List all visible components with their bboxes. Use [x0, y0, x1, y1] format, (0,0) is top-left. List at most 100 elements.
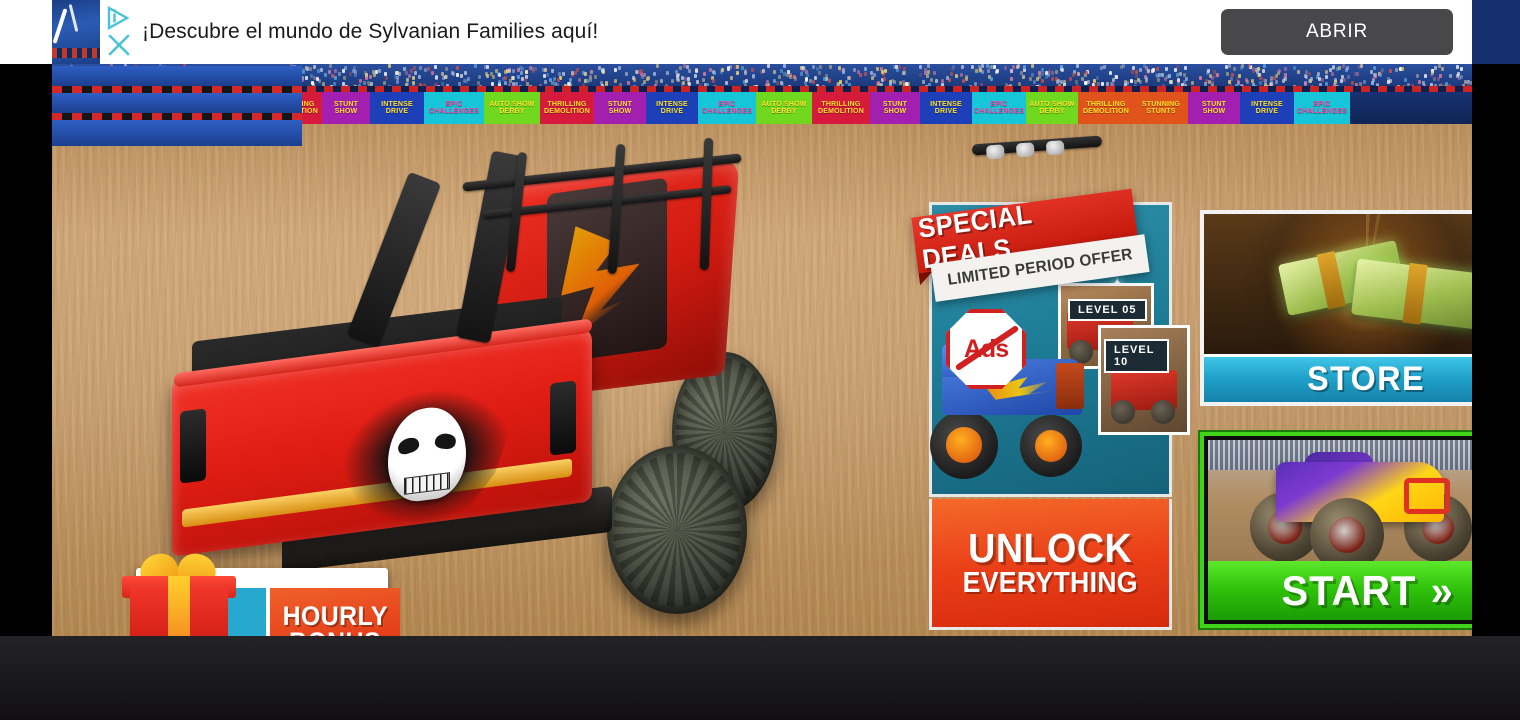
- stadium-banner-line2: CHALLENGES: [974, 108, 1024, 115]
- crowd-pixel: [1075, 80, 1078, 84]
- crowd-pixel: [903, 71, 906, 75]
- crowd-pixel: [767, 64, 770, 68]
- crowd-pixel: [1456, 65, 1459, 69]
- crowd-pixel: [819, 65, 822, 69]
- crowd-pixel: [364, 71, 367, 75]
- crowd-pixel: [848, 76, 851, 80]
- crowd-pixel: [546, 73, 549, 77]
- unlock-line2: EVERYTHING: [963, 569, 1138, 598]
- crowd-pixel: [1157, 78, 1160, 82]
- crowd-pixel: [919, 65, 922, 69]
- store-label: STORE: [1307, 360, 1425, 399]
- crowd-pixel: [498, 80, 501, 84]
- start-label: START: [1281, 567, 1416, 615]
- close-icon[interactable]: [106, 32, 132, 58]
- hourly-bonus-button[interactable]: HOURLY BONUS COLLECT BONUS: [120, 552, 388, 636]
- crowd-pixel: [786, 73, 789, 77]
- hourly-bonus-title: HOURLY BONUS: [270, 588, 400, 636]
- crowd-pixel: [302, 68, 305, 72]
- crowd-pixel: [1169, 80, 1172, 84]
- crowd-pixel: [1305, 70, 1308, 74]
- crowd-pixel: [445, 67, 448, 71]
- crowd-pixel: [408, 74, 411, 78]
- crowd-pixel: [601, 69, 604, 73]
- crowd-pixel: [1139, 68, 1142, 72]
- truck-roll-cage: [452, 132, 752, 282]
- crowd-pixel: [317, 69, 320, 73]
- start-button[interactable]: START »: [1200, 432, 1472, 628]
- crowd-pixel: [864, 67, 867, 71]
- crowd-pixel: [656, 64, 659, 68]
- stadium-banner-line1: EPIC: [990, 101, 1007, 108]
- crowd-pixel: [1338, 66, 1341, 70]
- crowd-pixel: [818, 71, 821, 75]
- crowd-pixel: [1228, 80, 1231, 84]
- crowd-pixel: [1041, 72, 1044, 76]
- crowd-pixel: [647, 76, 650, 80]
- truck-taillight-right: [550, 380, 576, 455]
- crowd-pixel: [1308, 72, 1311, 76]
- crowd-pixel: [951, 67, 954, 71]
- stadium-banner-line1: INTENSE: [1251, 101, 1283, 108]
- special-deals-button[interactable]: ✦ ✦ ✦ LEVEL 05 LEVEL 10: [929, 202, 1172, 630]
- crowd-pixel: [504, 76, 507, 80]
- crowd-pixel: [752, 74, 755, 78]
- crowd-pixel: [971, 65, 974, 69]
- crowd-pixel: [486, 65, 489, 69]
- crowd-pixel: [903, 67, 906, 71]
- crowd-pixel: [1152, 68, 1155, 72]
- crowd-pixel: [776, 81, 779, 85]
- crowd-pixel: [1085, 71, 1088, 75]
- crowd-pixel: [445, 75, 448, 79]
- start-label-bar: START »: [1208, 561, 1472, 620]
- bottom-toolbar: f MORE GAMES: [0, 636, 1520, 720]
- crowd-pixel: [1165, 67, 1168, 71]
- crowd-pixel: [329, 64, 332, 68]
- ad-banner[interactable]: ¡Descubre el mundo de Sylvanian Families…: [0, 0, 1520, 64]
- crowd-pixel: [571, 71, 574, 75]
- crowd-pixel: [532, 69, 535, 73]
- unlock-everything-panel[interactable]: UNLOCK EVERYTHING: [929, 499, 1172, 630]
- crowd-pixel: [828, 78, 831, 82]
- stadium-banner-line1: EPIC: [718, 101, 735, 108]
- ad-open-button[interactable]: ABRIR: [1221, 9, 1453, 55]
- crowd-pixel: [517, 75, 520, 79]
- crowd-pixel: [926, 74, 929, 78]
- crowd-pixel: [625, 72, 628, 76]
- crowd-pixel: [1120, 65, 1123, 69]
- stadium-banner-line2: DRIVE: [935, 108, 957, 115]
- stadium-banner-line1: STUNT: [608, 101, 632, 108]
- store-label-bar: STORE: [1204, 354, 1472, 402]
- stadium-banner-line1: EPIC: [445, 101, 462, 108]
- crowd-pixel: [1262, 78, 1265, 82]
- crowd-pixel: [1158, 73, 1161, 77]
- crowd-pixel: [950, 72, 953, 76]
- crowd-pixel: [586, 79, 589, 83]
- stadium-banner-line1: STUNNING: [1142, 101, 1180, 108]
- crowd-pixel: [412, 76, 415, 80]
- crowd-pixel: [1282, 79, 1285, 83]
- stadium-banner-line1: STUNT: [334, 101, 358, 108]
- crowd-pixel: [721, 68, 724, 72]
- crowd-pixel: [1131, 70, 1134, 74]
- store-button[interactable]: STORE: [1200, 210, 1472, 406]
- chevron-right-icon: »: [1430, 567, 1453, 615]
- crowd-pixel: [1233, 67, 1236, 71]
- crowd-pixel: [986, 64, 989, 68]
- crowd-pixel: [320, 68, 323, 72]
- crowd-pixel: [1273, 76, 1276, 80]
- crowd-pixel: [431, 71, 434, 75]
- crowd-pixel: [354, 73, 357, 77]
- crowd-pixel: [991, 65, 994, 69]
- crowd-pixel: [521, 67, 524, 71]
- adchoices-icon[interactable]: [106, 6, 132, 30]
- crowd-pixel: [385, 76, 388, 80]
- crowd-pixel: [1438, 64, 1441, 68]
- crowd-pixel: [474, 64, 477, 68]
- money-stack-icon: [1204, 214, 1472, 354]
- stadium-banner: EPICCHALLENGES: [972, 92, 1026, 124]
- crowd-pixel: [1010, 69, 1013, 73]
- crowd-pixel: [1418, 80, 1421, 84]
- crowd-pixel: [395, 71, 398, 75]
- crowd-pixel: [352, 69, 355, 73]
